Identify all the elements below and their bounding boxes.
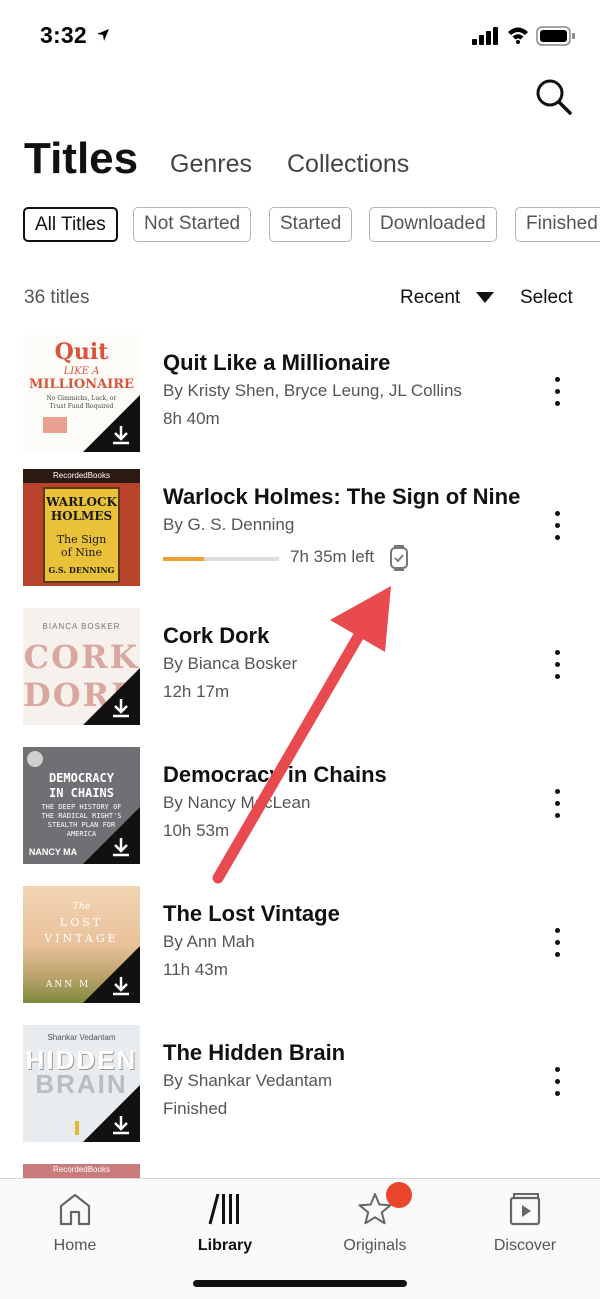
cover-text: The [72, 902, 91, 912]
downloaded-icon [113, 977, 129, 996]
battery-icon [536, 26, 575, 46]
home-icon [59, 1193, 91, 1226]
book-cover: Shankar Vedantam HIDDEN BRAIN [23, 1025, 140, 1142]
downloaded-icon [113, 699, 129, 718]
book-title: Democracy in Chains [163, 762, 387, 787]
more-options-button[interactable] [548, 648, 568, 682]
book-cover-partial[interactable]: RecordedBooks [23, 1164, 140, 1178]
cover-graphic [75, 1121, 79, 1135]
more-options-button[interactable] [548, 509, 568, 543]
book-cover: BIANCA BOSKER CORK DORK [23, 608, 140, 725]
filter-all-titles[interactable]: All Titles [23, 207, 118, 242]
nav-originals[interactable]: Originals [300, 1187, 450, 1257]
time-left: 7h 35m left [290, 547, 375, 566]
book-duration: 12h 17m [163, 682, 230, 701]
book-cover: Quit LIKE A MILLIONAIRE No Gimmicks, Luc… [23, 335, 140, 452]
cover-text: RecordedBooks [53, 471, 110, 480]
cover-text: DEMOCRACY [48, 771, 115, 785]
location-arrow-icon [97, 29, 109, 41]
sort-dropdown[interactable]: Recent [400, 287, 460, 309]
book-author: By Nancy MacLean [163, 793, 311, 812]
filter-downloaded[interactable]: Downloaded [369, 207, 497, 242]
book-author: By Ann Mah [163, 932, 255, 951]
book-title: The Lost Vintage [163, 901, 340, 926]
book-row[interactable]: DEMOCRACY IN CHAINS THE DEEP HISTORY OF … [0, 747, 600, 867]
nav-label: Library [197, 1237, 253, 1254]
book-duration: 10h 53m [163, 821, 230, 840]
book-title: Quit Like a Millionaire [163, 350, 391, 375]
book-row[interactable]: BIANCA BOSKER CORK DORK Cork Dork By Bia… [0, 608, 600, 728]
cover-graphic [43, 417, 67, 433]
notification-badge [386, 1182, 412, 1208]
cover-text: HOLMES [50, 509, 113, 523]
tab-titles[interactable]: Titles [24, 134, 138, 184]
cover-text: WARLOCK [46, 495, 117, 509]
book-row[interactable]: Shankar Vedantam HIDDEN BRAIN The Hidden… [0, 1025, 600, 1145]
apple-watch-icon [390, 545, 408, 571]
book-cover: The LOST VINTAGE ANN M [23, 886, 140, 1003]
downloaded-icon [113, 838, 129, 857]
book-author: By Shankar Vedantam [163, 1071, 333, 1090]
cellular-signal-icon [472, 27, 498, 45]
cover-text: LOST [59, 916, 104, 929]
progress-fill [163, 557, 204, 561]
cover-text: RecordedBooks [53, 1165, 110, 1174]
more-options-button[interactable] [548, 1065, 568, 1099]
cover-text: G.S. DENNING [48, 565, 115, 575]
cover-text: IN CHAINS [48, 786, 115, 800]
nav-label: Discover [493, 1237, 557, 1254]
home-indicator[interactable] [193, 1280, 407, 1287]
select-button[interactable]: Select [520, 287, 573, 309]
award-seal [27, 751, 43, 767]
book-row[interactable]: Quit LIKE A MILLIONAIRE No Gimmicks, Luc… [0, 335, 600, 455]
book-cover: RecordedBooks WARLOCK HOLMES The Sign of… [23, 469, 140, 586]
book-author: By Kristy Shen, Bryce Leung, JL Collins [163, 381, 462, 400]
status-bar: 3:32 [0, 0, 600, 70]
cover-text: The Sign [56, 533, 107, 546]
book-title: Cork Dork [163, 623, 270, 648]
cover-text: LIKE A [63, 366, 100, 377]
nav-discover[interactable]: Discover [450, 1187, 600, 1257]
book-title: The Hidden Brain [163, 1040, 346, 1065]
more-options-button[interactable] [548, 926, 568, 960]
book-status: Finished [163, 1099, 228, 1118]
cover-text: Quit [54, 339, 109, 365]
book-duration: 8h 40m [163, 409, 220, 428]
title-count: 36 titles [24, 287, 90, 308]
downloaded-icon [113, 426, 129, 445]
book-duration: 11h 43m [163, 960, 228, 979]
tab-genres[interactable]: Genres [170, 150, 252, 179]
book-cover: DEMOCRACY IN CHAINS THE DEEP HISTORY OF … [23, 747, 140, 864]
filter-chips: All Titles Not Started Started Downloade… [23, 207, 600, 243]
filter-not-started[interactable]: Not Started [133, 207, 252, 242]
more-options-button[interactable] [548, 787, 568, 821]
nav-label: Originals [343, 1237, 407, 1254]
wifi-icon [508, 27, 528, 44]
nav-home[interactable]: Home [0, 1187, 150, 1257]
play-icon [509, 1193, 541, 1226]
status-time: 3:32 [40, 22, 87, 48]
more-options-button[interactable] [548, 375, 568, 409]
listening-progress-bar [163, 557, 279, 561]
book-row[interactable]: RecordedBooks WARLOCK HOLMES The Sign of… [0, 469, 600, 589]
filter-finished[interactable]: Finished [515, 207, 600, 242]
downloaded-icon [113, 1116, 129, 1135]
book-author: By G. S. Denning [163, 515, 295, 534]
cover-text: NANCY MA [28, 847, 78, 857]
filter-started[interactable]: Started [269, 207, 353, 242]
sort-caret-icon[interactable] [476, 292, 494, 303]
book-author: By Bianca Bosker [163, 654, 298, 673]
library-icon [208, 1193, 239, 1225]
cover-text: VINTAGE [44, 932, 119, 945]
book-title: Warlock Holmes: The Sign of Nine [163, 484, 521, 509]
tab-collections[interactable]: Collections [287, 150, 409, 179]
search-button[interactable] [532, 75, 574, 117]
book-row[interactable]: The LOST VINTAGE ANN M The Lost Vintage … [0, 886, 600, 1006]
nav-library[interactable]: Library [150, 1187, 300, 1257]
cover-text: of Nine [61, 546, 102, 559]
cover-text: BIANCA BOSKER [42, 622, 121, 631]
cover-text: MILLIONAIRE [29, 377, 134, 392]
nav-label: Home [53, 1237, 97, 1254]
cover-text: Shankar Vedantam [47, 1033, 116, 1042]
